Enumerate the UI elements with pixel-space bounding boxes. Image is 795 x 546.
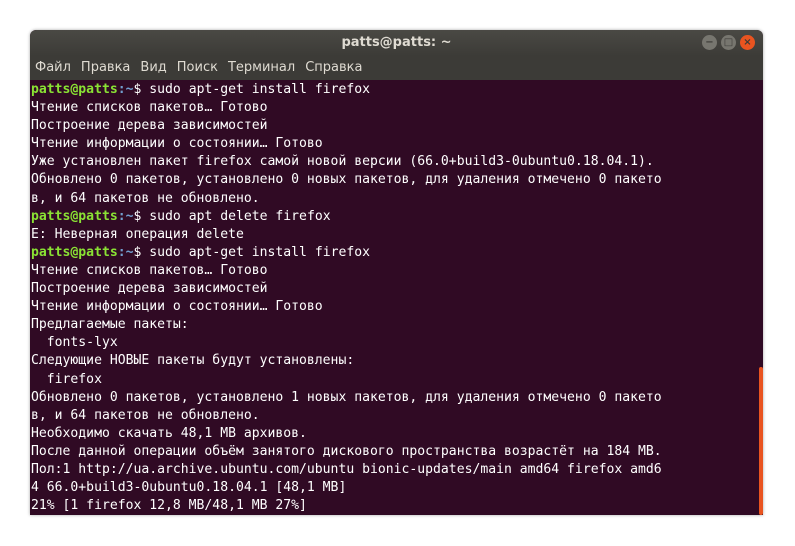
menu-file[interactable]: Файл: [30, 56, 76, 80]
prompt-user: patts@patts: [31, 208, 118, 224]
terminal-window: patts@patts: ~ − □ × Файл Правка Вид Пои…: [30, 30, 763, 515]
output-text: Уже установлен пакет firefox самой новой…: [31, 154, 654, 170]
output-line: Обновлено 0 пакетов, установлено 1 новых…: [31, 389, 755, 407]
minimize-button[interactable]: −: [702, 35, 717, 50]
output-line: Построение дерева зависимостей: [31, 280, 755, 298]
prompt-path: :~: [117, 208, 134, 224]
prompt-user: patts@patts: [31, 82, 118, 97]
title-bar[interactable]: patts@patts: ~ − □ ×: [30, 30, 763, 56]
window-controls: − □ ×: [702, 35, 755, 50]
output-line: Пол:1 http://ua.archive.ubuntu.com/ubunt…: [31, 461, 755, 479]
scrollbar[interactable]: [755, 81, 763, 515]
command-line: patts@patts:~$ sudo apt-get install fire…: [31, 81, 755, 99]
output-text: 21% [1 firefox 12,8 MB/48,1 MB 27%]: [31, 498, 307, 514]
output-line: Чтение списков пакетов… Готово: [31, 99, 755, 117]
output-line: Следующие НОВЫЕ пакеты будут установлены…: [31, 352, 755, 370]
prompt-path: :~: [117, 82, 134, 97]
output-line: в, и 64 пакетов не обновлено.: [31, 407, 755, 425]
menu-edit[interactable]: Правка: [76, 56, 135, 80]
prompt-sign: $: [133, 82, 150, 97]
prompt-user: patts@patts: [31, 244, 118, 260]
terminal-output[interactable]: patts@patts:~$ sudo apt-get install fire…: [30, 81, 755, 515]
output-text: После данной операции объём занятого дис…: [31, 443, 662, 459]
output-text: Чтение списков пакетов… Готово: [31, 262, 268, 278]
output-line: Обновлено 0 пакетов, установлено 0 новых…: [31, 171, 755, 189]
output-text: Пол:1 http://ua.archive.ubuntu.com/ubunt…: [31, 461, 662, 477]
output-text: firefox: [31, 371, 102, 387]
scrollbar-thumb[interactable]: [759, 367, 763, 515]
output-text: Чтение информации о состоянии… Готово: [31, 136, 323, 152]
output-text: Предлагаемые пакеты:: [31, 317, 189, 333]
output-line: Предлагаемые пакеты:: [31, 316, 755, 334]
menu-search[interactable]: Поиск: [172, 56, 223, 80]
output-line: Уже установлен пакет firefox самой новой…: [31, 153, 755, 171]
prompt-sign: $: [133, 244, 150, 260]
menu-bar: Файл Правка Вид Поиск Терминал Справка: [30, 56, 763, 80]
menu-view[interactable]: Вид: [135, 56, 171, 80]
prompt-sign: $: [133, 208, 150, 224]
output-text: Построение дерева зависимостей: [31, 118, 268, 134]
output-line: firefox: [31, 371, 755, 389]
window-title: patts@patts: ~: [341, 35, 452, 50]
command-line: patts@patts:~$ sudo apt delete firefox: [31, 208, 755, 226]
maximize-button[interactable]: □: [721, 35, 736, 50]
output-text: E: Неверная операция delete: [31, 226, 244, 242]
output-text: Следующие НОВЫЕ пакеты будут установлены…: [31, 353, 355, 369]
output-line: в, и 64 пакетов не обновлено.: [31, 190, 755, 208]
output-text: Необходимо скачать 48,1 MB архивов.: [31, 425, 307, 441]
output-line: После данной операции объём занятого дис…: [31, 443, 755, 461]
menu-terminal[interactable]: Терминал: [223, 56, 300, 80]
output-text: в, и 64 пакетов не обновлено.: [31, 407, 260, 423]
output-line: Чтение списков пакетов… Готово: [31, 262, 755, 280]
output-text: Построение дерева зависимостей: [31, 281, 268, 297]
command-text: sudo apt delete firefox: [149, 208, 331, 224]
output-line: fonts-lyx: [31, 334, 755, 352]
output-text: Чтение списков пакетов… Готово: [31, 100, 268, 116]
menu-help[interactable]: Справка: [300, 56, 367, 80]
output-line: Необходимо скачать 48,1 MB архивов.: [31, 425, 755, 443]
output-text: Чтение информации о состоянии… Готово: [31, 299, 323, 315]
output-line: 4 66.0+build3-0ubuntu0.18.04.1 [48,1 MB]: [31, 479, 755, 497]
output-line: Чтение информации о состоянии… Готово: [31, 298, 755, 316]
output-line: Чтение информации о состоянии… Готово: [31, 135, 755, 153]
output-line: E: Неверная операция delete: [31, 226, 755, 244]
command-line: patts@patts:~$ sudo apt-get install fire…: [31, 244, 755, 262]
output-text: 4 66.0+build3-0ubuntu0.18.04.1 [48,1 MB]: [31, 480, 347, 496]
command-text: sudo apt-get install firefox: [149, 82, 371, 97]
output-text: Обновлено 0 пакетов, установлено 1 новых…: [31, 389, 662, 405]
close-button[interactable]: ×: [740, 35, 755, 50]
output-text: в, и 64 пакетов не обновлено.: [31, 190, 260, 206]
command-text: sudo apt-get install firefox: [149, 244, 371, 260]
output-line: Построение дерева зависимостей: [31, 117, 755, 135]
output-line: 21% [1 firefox 12,8 MB/48,1 MB 27%]: [31, 497, 755, 515]
prompt-path: :~: [117, 244, 134, 260]
output-text: fonts-lyx: [31, 335, 118, 351]
output-text: Обновлено 0 пакетов, установлено 0 новых…: [31, 172, 662, 188]
